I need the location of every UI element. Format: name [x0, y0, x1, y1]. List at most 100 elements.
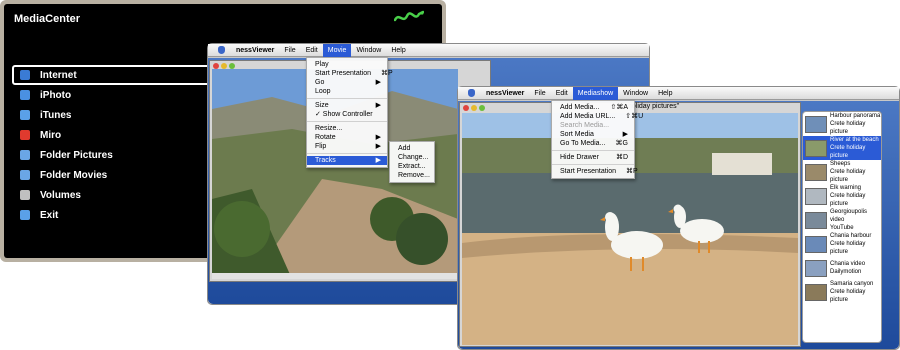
menu-item-tracks[interactable]: Tracks ▶	[307, 156, 387, 165]
menubar-help[interactable]: Help	[653, 87, 677, 100]
submenu-item-extract[interactable]: Extract...	[390, 162, 434, 171]
apple-icon[interactable]	[468, 89, 475, 97]
menu-item-label: Flip	[315, 143, 327, 150]
close-button[interactable]	[463, 105, 469, 111]
drawer-item-subtitle: Crete holiday picture	[830, 241, 866, 255]
menu-item-label: Play	[315, 61, 329, 68]
mediacenter-title: MediaCenter	[14, 13, 81, 25]
media-thumbnail	[805, 187, 827, 205]
menu-item-gotomedia[interactable]: Go To Media... ⌘G	[552, 139, 634, 148]
menu-item-label: Go	[315, 79, 325, 86]
drawer-item[interactable]: River at the beach Crete holiday picture	[803, 136, 881, 160]
menu-item-resize[interactable]: Resize...	[307, 124, 387, 133]
media-thumbnail	[805, 163, 827, 181]
menu-item-showcontroller[interactable]: ✓ Show Controller	[307, 110, 387, 119]
menu-separator	[307, 121, 387, 122]
menu-item-label: iPhoto	[40, 89, 72, 101]
drawer-item[interactable]: Chania harbour Crete holiday picture	[803, 232, 881, 256]
drawer-item-subtitle: Crete holiday picture	[830, 289, 866, 303]
menu-separator	[307, 153, 387, 154]
menubar-window[interactable]: Window	[351, 44, 386, 57]
globe-icon	[20, 70, 30, 80]
menu-item-hidedrawer[interactable]: Hide Drawer ⌘D	[552, 153, 634, 162]
menu-item-label: Folder Movies	[40, 169, 108, 181]
drawer-item-text: Harbour panorama Crete holiday picture	[830, 112, 881, 136]
drawer-item-text: Chania video Dailymotion	[830, 260, 865, 276]
menu-item-addmedia[interactable]: Add Media... ⇧⌘A	[552, 103, 634, 112]
menu-item-flip[interactable]: Flip ▶	[307, 142, 387, 151]
drawer-item-subtitle: Dailymotion	[830, 269, 862, 275]
drawer-item-subtitle: Crete holiday picture	[830, 193, 866, 207]
traffic-lights	[463, 103, 485, 113]
menu-item-startpresentation[interactable]: Start Presentation ⌘P	[552, 167, 638, 176]
menubar-movie[interactable]: Movie	[322, 43, 352, 57]
apple-icon[interactable]	[218, 46, 225, 54]
menubar-mediashow[interactable]: Mediashow	[572, 86, 619, 100]
folder-icon	[20, 170, 30, 180]
exit-icon	[20, 210, 30, 220]
menu-item-shortcut: ▶	[375, 102, 381, 109]
drawer-item[interactable]: Elk warning Crete holiday picture	[803, 184, 881, 208]
menu-item-label: Loop	[315, 88, 331, 95]
menubar-file[interactable]: File	[279, 44, 300, 57]
drawer-item-subtitle: YouTube	[830, 225, 854, 231]
menu-item-label: Rotate	[315, 134, 336, 141]
drawer-item[interactable]: Sheeps Crete holiday picture	[803, 160, 881, 184]
menubar-file[interactable]: File	[529, 87, 550, 100]
movie-controller[interactable]	[212, 273, 458, 279]
drawer-item[interactable]: Samaria canyon Crete holiday picture	[803, 280, 881, 304]
menu-item-label: Volumes	[40, 189, 81, 201]
menu-item-sortmedia[interactable]: Sort Media ▶	[552, 130, 634, 139]
menu-item-shortcut: ⌘P	[626, 168, 638, 175]
media-thumbnail	[805, 115, 827, 133]
menu-item-addmediaurl[interactable]: Add Media URL... ⇧⌘U	[552, 112, 643, 121]
drawer-item-subtitle: Crete holiday picture	[830, 145, 866, 159]
menu-item-label: Miro	[40, 129, 62, 141]
menu-item-label: Go To Media...	[560, 140, 606, 147]
menubar-edit[interactable]: Edit	[551, 87, 573, 100]
drawer-item[interactable]: Harbour panorama Crete holiday picture	[803, 112, 881, 136]
menubar-edit[interactable]: Edit	[301, 44, 323, 57]
media-thumbnail	[805, 259, 827, 277]
menu-item-loop[interactable]: Loop	[307, 87, 387, 96]
menubar: nessViewer File Edit Mediashow Window Help	[458, 86, 899, 100]
drawer-item-title: Elk warning	[830, 185, 862, 191]
menu-item-label: Add Media...	[560, 104, 600, 111]
drawer-item-title: River at the beach	[830, 137, 879, 143]
window-title: holiday pictures"	[628, 103, 680, 110]
menubar-help[interactable]: Help	[386, 44, 410, 57]
menu-item-label: Start Presentation	[560, 168, 617, 175]
menu-item-shortcut: ▶	[375, 143, 381, 150]
menu-item-shortcut: ▶	[375, 134, 381, 141]
drawer-item-text: Samaria canyon Crete holiday picture	[830, 280, 881, 304]
menu-item-label: iTunes	[40, 109, 72, 121]
itunes-icon	[20, 110, 30, 120]
menu-item-label: Internet	[40, 69, 77, 81]
drawer-item-subtitle: Crete holiday picture	[830, 121, 866, 135]
zoom-button[interactable]	[479, 105, 485, 111]
drawer-item[interactable]: Chania video Dailymotion	[803, 256, 881, 280]
submenu-item-remove[interactable]: Remove...	[390, 171, 434, 180]
menu-item-rotate[interactable]: Rotate ▶	[307, 133, 387, 142]
menubar-window[interactable]: Window	[618, 87, 653, 100]
menu-separator	[552, 150, 634, 151]
menu-item-play[interactable]: Play	[307, 60, 387, 69]
menu-item-startpresentation[interactable]: Start Presentation ⌘P	[307, 69, 393, 78]
drawer-item[interactable]: Georgioupolis video YouTube	[803, 208, 881, 232]
drawer-item-title: Georgioupolis video	[830, 209, 868, 223]
menu-item-go[interactable]: Go ▶	[307, 78, 387, 87]
miro-icon	[20, 130, 30, 140]
minimize-button[interactable]	[471, 105, 477, 111]
drawer-item-text: River at the beach Crete holiday picture	[830, 136, 881, 160]
drive-icon	[20, 190, 30, 200]
drawer-item-subtitle: Crete holiday picture	[830, 169, 866, 183]
media-thumbnail	[805, 211, 827, 229]
submenu-item-change[interactable]: Change...	[390, 153, 434, 162]
menubar-nessviewer[interactable]: nessViewer	[231, 44, 279, 57]
menubar-nessviewer[interactable]: nessViewer	[481, 87, 529, 100]
menu-item-label: Add Media URL...	[560, 113, 616, 120]
nessviewer-window-mediashow: nessViewer File Edit Mediashow Window Help	[457, 86, 900, 350]
submenu-item-add[interactable]: Add	[390, 144, 434, 153]
menu-item-size[interactable]: Size ▶	[307, 101, 387, 110]
menu-item-label: Size	[315, 102, 329, 109]
